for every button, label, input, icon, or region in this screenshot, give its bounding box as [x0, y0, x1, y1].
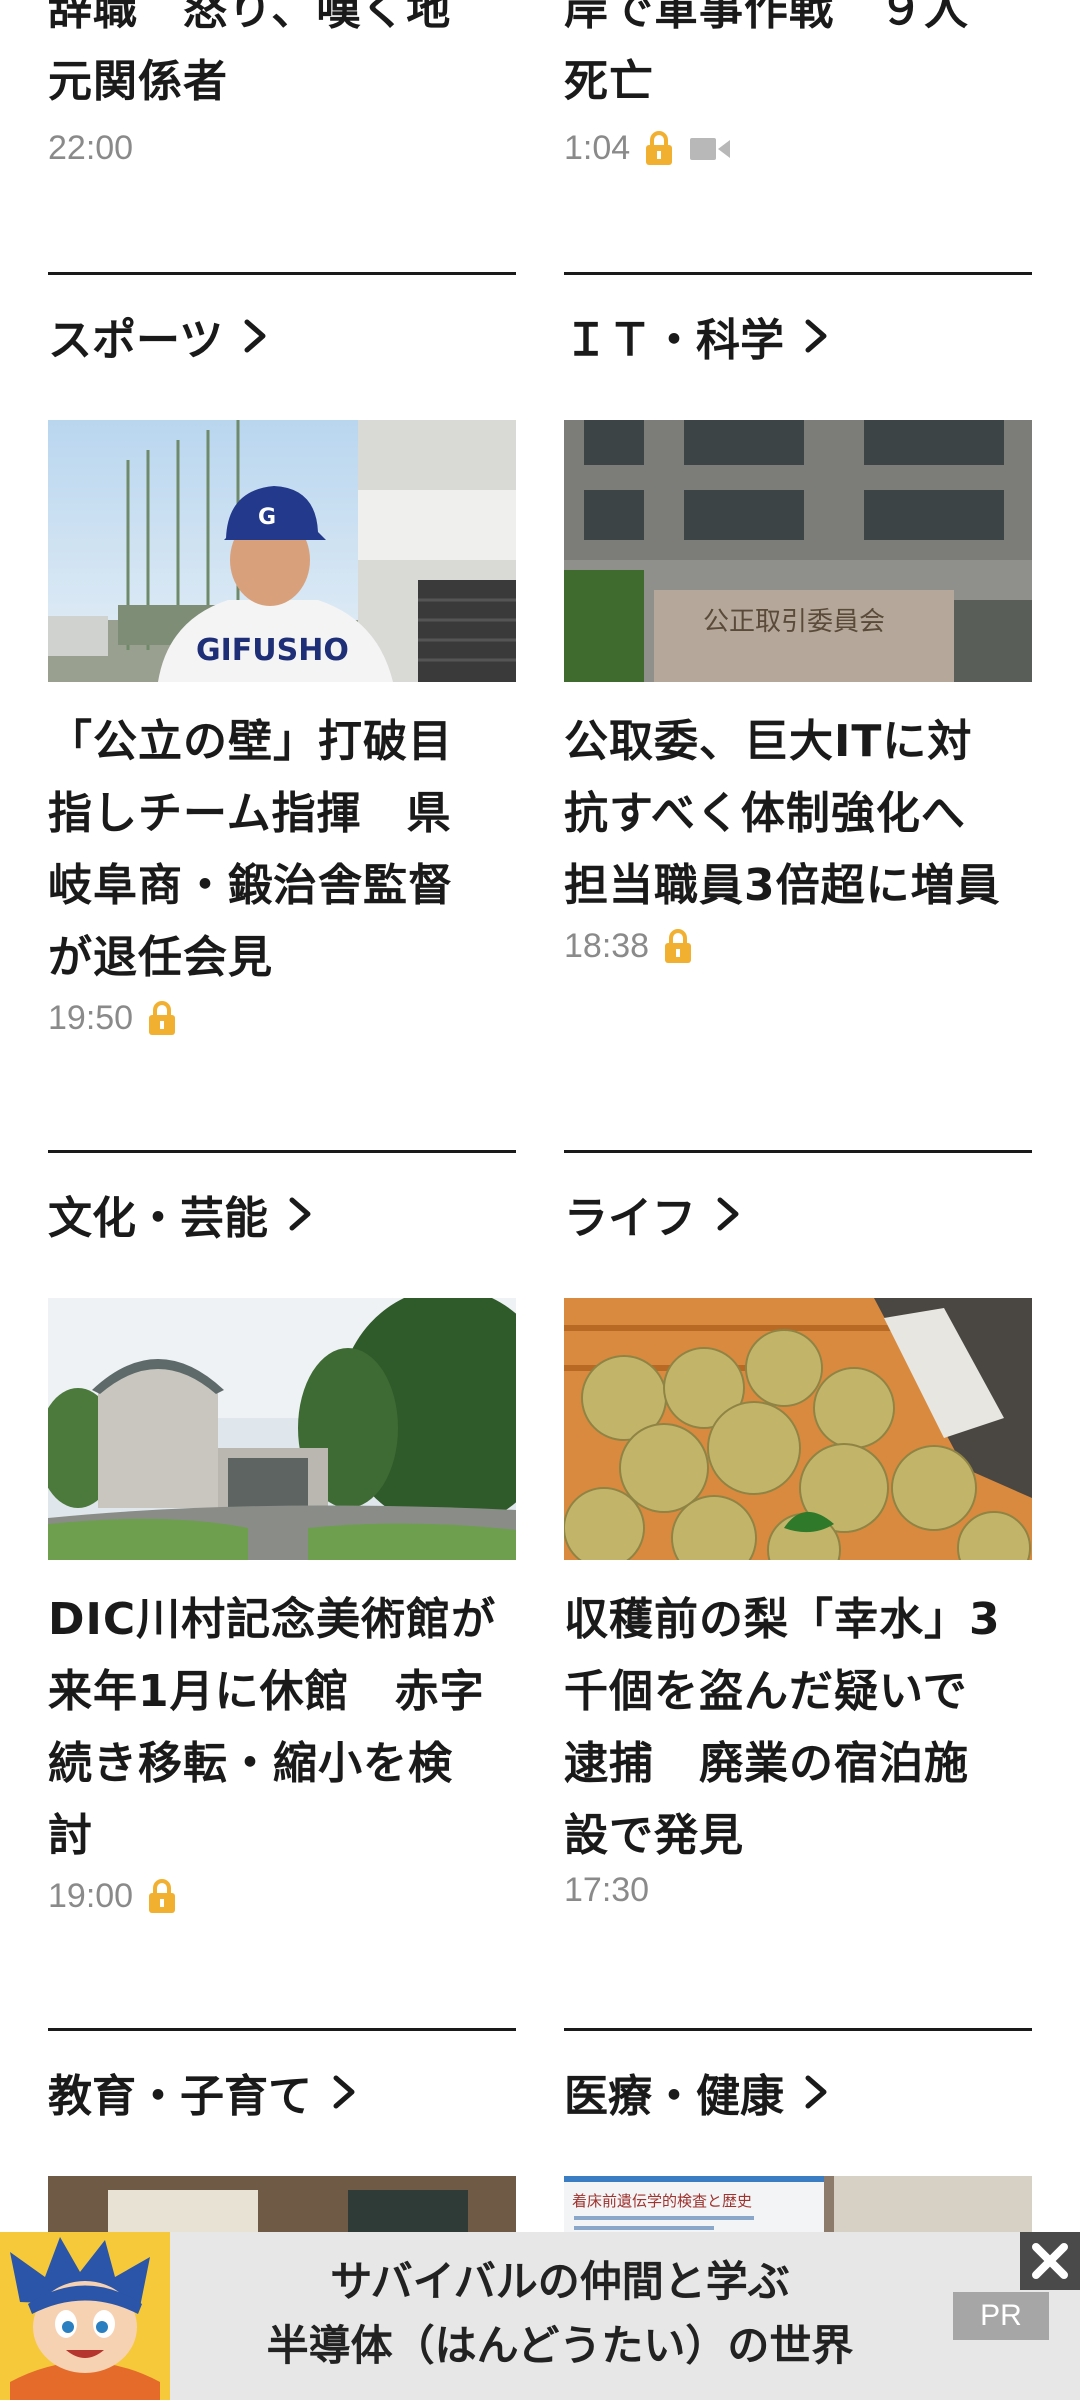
article-title: DIC川村記念美術館が 来年1月に休館 赤字 続き移転・縮小を検 討 — [48, 1594, 497, 1861]
article-it[interactable]: 公取委、巨大ITに対 抗すべく体制強化へ 担当職員3倍超に増員 18:38 — [564, 706, 1032, 968]
section-header-education[interactable]: 教育・子育て — [48, 2062, 358, 2122]
pears-photo — [564, 1298, 1032, 1560]
section-divider — [564, 272, 1032, 275]
section-divider — [48, 272, 516, 275]
article-top-left[interactable]: 辞職 怒り、嘆く地 元関係者 22:00 — [48, 0, 516, 170]
lock-icon — [149, 1001, 176, 1035]
article-thumbnail[interactable]: 着床前遺伝学的検査と歴史 — [564, 2176, 1032, 2236]
chevron-right-icon — [805, 2075, 827, 2109]
article-thumbnail[interactable] — [564, 1298, 1032, 1560]
chevron-right-icon — [289, 1197, 311, 1231]
presentation-photo: 着床前遺伝学的検査と歴史 — [564, 2176, 1032, 2236]
article-meta: 22:00 — [48, 126, 516, 170]
article-culture[interactable]: DIC川村記念美術館が 来年1月に休館 赤字 続き移転・縮小を検 討 19:00 — [48, 1584, 516, 1918]
classroom-photo — [48, 2176, 516, 2236]
article-thumbnail[interactable]: G GIFUSHO — [48, 420, 516, 682]
section-divider — [48, 1150, 516, 1153]
video-camera-icon — [690, 138, 731, 160]
section-divider — [564, 1150, 1032, 1153]
section-header-label: 医療・健康 — [564, 2071, 784, 2122]
chevron-right-icon — [805, 319, 827, 353]
article-title: 収穫前の梨「幸水」3 千個を盗んだ疑いで 逮捕 廃業の宿泊施 設で発見 — [564, 1594, 1001, 1861]
jftc-building-photo: 公正取引委員会 — [564, 420, 1032, 682]
ad-line-1: サバイバルの仲間と学ぶ — [330, 2257, 790, 2306]
section-divider — [564, 2028, 1032, 2031]
article-title: 辞職 怒り、嘆く地 元関係者 — [48, 0, 452, 107]
close-ad-button[interactable] — [1020, 2232, 1080, 2290]
article-title: 公取委、巨大ITに対 抗すべく体制強化へ 担当職員3倍超に増員 — [564, 716, 1001, 911]
article-time: 17:30 — [564, 1870, 650, 1909]
article-time: 1:04 — [564, 128, 631, 167]
article-time: 22:00 — [48, 128, 134, 167]
lock-icon — [646, 131, 673, 165]
article-time: 19:50 — [48, 998, 134, 1037]
mascot-character-image — [0, 2232, 170, 2400]
article-title: 岸で軍事作戦 ９人 死亡 — [564, 0, 969, 107]
article-thumbnail[interactable] — [48, 1298, 516, 1560]
section-header-label: ライフ — [564, 1193, 696, 1244]
ad-line-2: 半導体（はんどうたい）の世界 — [266, 2321, 854, 2370]
chevron-right-icon — [333, 2075, 355, 2109]
slide-title: 着床前遺伝学的検査と歴史 — [572, 2192, 752, 2210]
section-header-life[interactable]: ライフ — [564, 1184, 742, 1244]
ad-text: サバイバルの仲間と学ぶ 半導体（はんどうたい）の世界 — [240, 2250, 880, 2378]
section-header-culture[interactable]: 文化・芸能 — [48, 1184, 314, 1244]
coach-photo: G GIFUSHO — [48, 420, 516, 682]
section-header-it-science[interactable]: ＩＴ・科学 — [564, 306, 830, 366]
close-icon — [1032, 2243, 1068, 2279]
cap-text: GIFUSHO — [196, 633, 349, 668]
pr-badge: PR — [953, 2292, 1049, 2340]
article-meta: 1:04 — [564, 126, 1032, 170]
article-meta: 19:50 — [48, 996, 516, 1040]
museum-photo — [48, 1298, 516, 1560]
section-header-label: 文化・芸能 — [48, 1193, 268, 1244]
article-thumbnail[interactable]: 公正取引委員会 — [564, 420, 1032, 682]
article-meta: 18:38 — [564, 924, 1032, 968]
lock-icon — [665, 929, 692, 963]
sign-text: 公正取引委員会 — [703, 607, 885, 637]
article-time: 19:00 — [48, 1876, 134, 1915]
section-divider — [48, 2028, 516, 2031]
section-header-label: スポーツ — [48, 315, 224, 366]
section-header-sports[interactable]: スポーツ — [48, 306, 269, 366]
article-title: 「公立の壁」打破目 指しチーム指揮 県 岐阜商・鍛治舎監督 が退任会見 — [48, 716, 453, 983]
ad-banner[interactable]: サバイバルの仲間と学ぶ 半導体（はんどうたい）の世界 PR — [0, 2232, 1080, 2400]
article-top-right[interactable]: 岸で軍事作戦 ９人 死亡 1:04 — [564, 0, 1032, 170]
chevron-right-icon — [244, 319, 266, 353]
article-meta: 19:00 — [48, 1874, 516, 1918]
article-sports[interactable]: 「公立の壁」打破目 指しチーム指揮 県 岐阜商・鍛治舎監督 が退任会見 19:5… — [48, 706, 516, 1040]
section-header-health[interactable]: 医療・健康 — [564, 2062, 830, 2122]
article-thumbnail[interactable] — [48, 2176, 516, 2236]
article-meta: 17:30 — [564, 1868, 1032, 1912]
lock-icon — [149, 1879, 176, 1913]
article-life[interactable]: 収穫前の梨「幸水」3 千個を盗んだ疑いで 逮捕 廃業の宿泊施 設で発見 17:3… — [564, 1584, 1032, 1912]
svg-text:G: G — [258, 505, 276, 530]
chevron-right-icon — [717, 1197, 739, 1231]
section-header-label: ＩＴ・科学 — [564, 315, 784, 366]
section-header-label: 教育・子育て — [48, 2071, 312, 2122]
article-time: 18:38 — [564, 926, 650, 965]
